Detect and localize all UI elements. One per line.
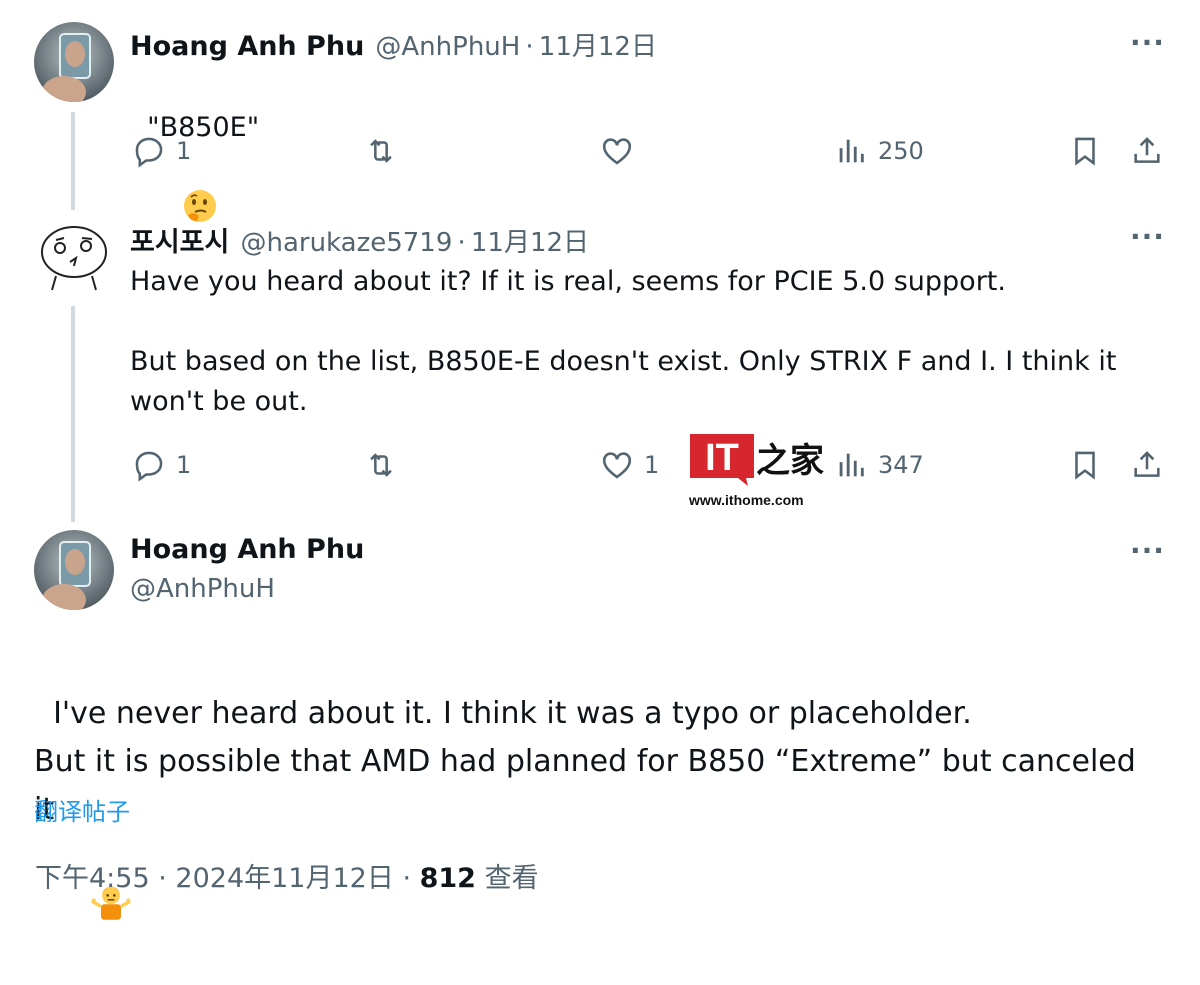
separator-dot: · — [158, 863, 176, 894]
bookmark-button[interactable] — [1068, 134, 1102, 168]
bookmark-button[interactable] — [1068, 448, 1102, 482]
heart-icon — [602, 452, 632, 479]
svg-text:IT: IT — [705, 437, 739, 479]
bookmark-icon — [1075, 451, 1095, 480]
ithome-watermark: IT 之家 www.ithome.com — [688, 432, 826, 514]
views-count: 347 — [878, 451, 924, 479]
views-button[interactable]: 347 — [834, 448, 924, 482]
analytics-icon — [839, 139, 864, 163]
views-label: 查看 — [484, 863, 539, 894]
more-options-button[interactable]: ··· — [1130, 220, 1165, 253]
thread-line — [71, 112, 75, 210]
author-handle[interactable]: @AnhPhuH — [130, 574, 275, 604]
author-name[interactable]: Hoang Anh Phu — [130, 534, 364, 565]
thread-line — [71, 306, 75, 522]
analytics-icon — [839, 453, 864, 477]
like-count: 1 — [644, 451, 660, 479]
share-button[interactable] — [1130, 448, 1164, 482]
reply-button[interactable]: 1 — [132, 448, 191, 482]
reply-count: 1 — [176, 137, 192, 165]
ithome-logo: IT 之家 — [690, 434, 824, 486]
reply-count: 1 — [176, 451, 192, 479]
author-handle[interactable]: @harukaze5719 — [240, 228, 452, 258]
tweet-text: Have you heard about it? If it is real, … — [130, 266, 1117, 417]
svg-text:之家: 之家 — [756, 441, 824, 481]
translate-post-link[interactable]: 翻译帖子 — [34, 792, 130, 827]
heart-icon — [602, 138, 632, 165]
bookmark-icon — [1075, 137, 1095, 166]
author-name[interactable]: Hoang Anh Phu — [130, 31, 364, 62]
more-options-button[interactable]: ··· — [1130, 534, 1165, 567]
separator-dot: · — [457, 228, 466, 258]
author-name[interactable]: 포시포시 — [130, 227, 229, 258]
separator-dot: · — [402, 863, 420, 894]
timestamp-row: 下午4:55 · 2024年11月12日 · 812 查看 — [35, 856, 539, 895]
like-button[interactable] — [600, 134, 644, 168]
ithome-url: www.ithome.com — [689, 492, 804, 508]
author-handle[interactable]: @AnhPhuH — [375, 32, 520, 62]
post-date[interactable]: 2024年11月12日 — [175, 863, 393, 894]
tweet-date[interactable]: 11月12日 — [471, 228, 589, 258]
retweet-icon — [370, 139, 392, 163]
more-options-button[interactable]: ··· — [1130, 26, 1165, 59]
reply-button[interactable]: 1 — [132, 134, 191, 168]
retweet-button[interactable] — [364, 134, 408, 168]
tweet-text: I've never heard about it. I think it wa… — [34, 696, 1136, 827]
separator-dot: · — [525, 32, 534, 62]
share-button[interactable] — [1130, 134, 1164, 168]
avatar[interactable] — [34, 530, 114, 610]
avatar[interactable] — [36, 216, 112, 292]
tweet-date[interactable]: 11月12日 — [539, 32, 657, 62]
share-icon — [1134, 137, 1160, 163]
views-count: 812 — [419, 863, 476, 894]
views-button[interactable]: 250 — [834, 134, 924, 168]
retweet-button[interactable] — [364, 448, 408, 482]
post-time[interactable]: 下午4:55 — [35, 863, 150, 894]
share-icon — [1134, 451, 1160, 477]
like-button[interactable]: 1 — [600, 448, 659, 482]
views-count: 250 — [878, 137, 924, 165]
avatar[interactable] — [34, 22, 114, 102]
retweet-icon — [370, 453, 392, 477]
reply-icon — [135, 451, 163, 482]
reply-icon — [135, 137, 163, 168]
